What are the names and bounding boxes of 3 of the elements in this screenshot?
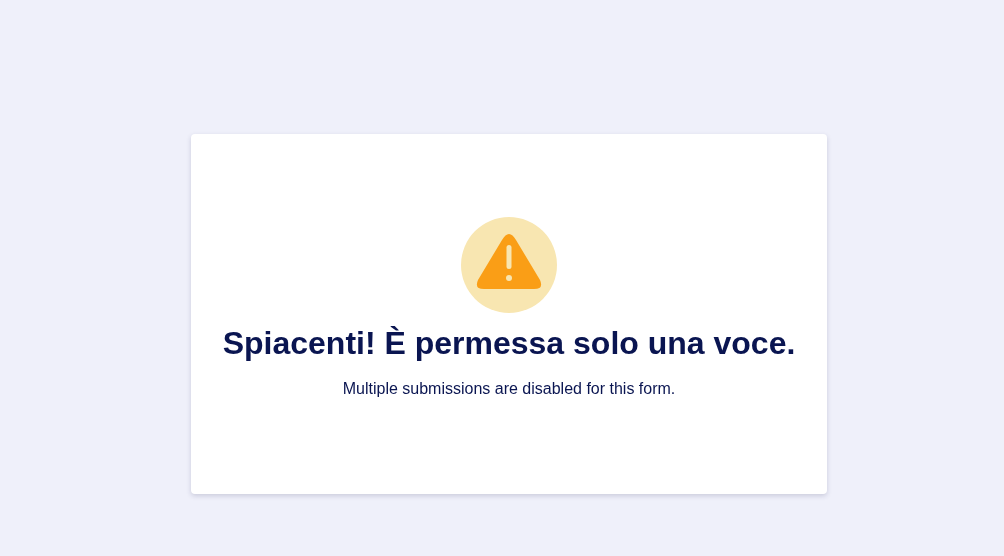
warning-icon xyxy=(461,217,557,313)
message-text: Multiple submissions are disabled for this form. xyxy=(342,380,676,398)
message-title: Spiacenti! È permessa solo una voce. xyxy=(222,325,796,362)
